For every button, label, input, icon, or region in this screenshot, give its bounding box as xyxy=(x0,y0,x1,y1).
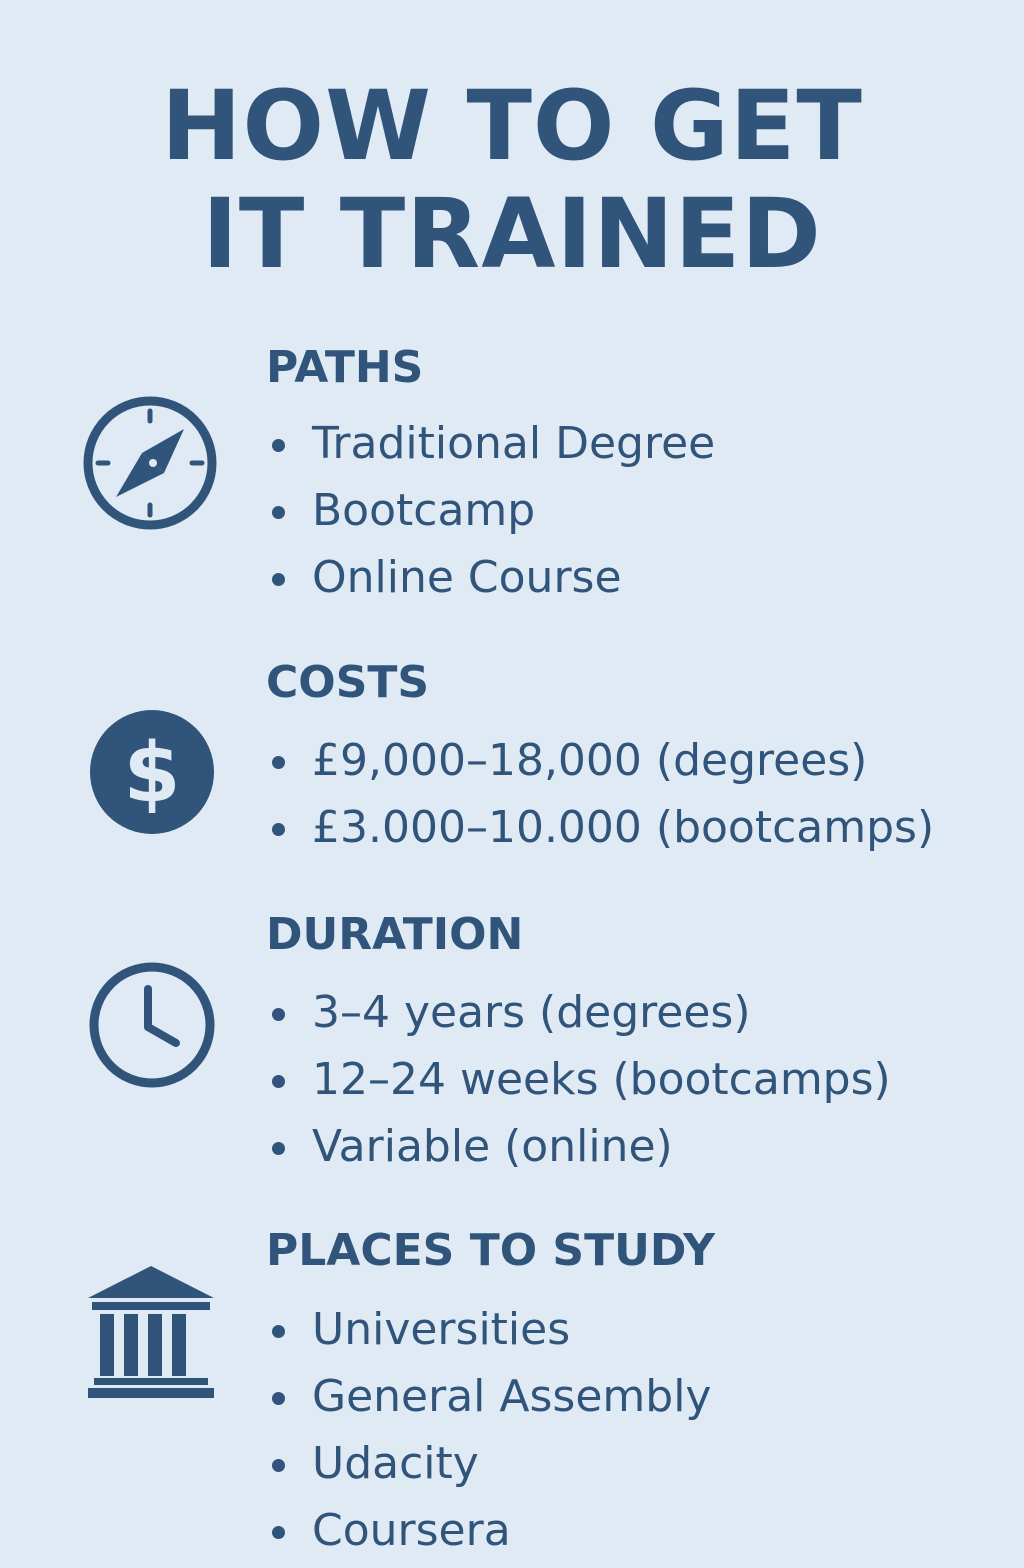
list-item: Bootcamp xyxy=(266,481,715,548)
page-title-line-1: HOW TO GET xyxy=(161,70,863,182)
list-item: Variable (online) xyxy=(266,1117,891,1184)
section-heading-paths: PATHS xyxy=(266,342,424,393)
list-item: 12–24 weeks (bootcamps) xyxy=(266,1050,891,1117)
list-item: Universities xyxy=(266,1300,711,1367)
list-item: £3.000–10.000 (bootcamps) xyxy=(266,798,934,865)
institution-icon xyxy=(84,1262,218,1402)
clock-icon xyxy=(84,957,220,1093)
section-heading-costs: COSTS xyxy=(266,657,430,708)
list-item: Traditional Degree xyxy=(266,414,715,481)
svg-text:$: $ xyxy=(123,726,180,821)
list-item: £9,000–18,000 (degrees) xyxy=(266,731,934,798)
page-title-line-2: IT TRAINED xyxy=(202,178,822,290)
section-heading-places: PLACES TO STUDY xyxy=(266,1225,716,1276)
compass-icon xyxy=(80,393,220,533)
duration-list: 3–4 years (degrees) 12–24 weeks (bootcam… xyxy=(266,983,891,1184)
list-item: 3–4 years (degrees) xyxy=(266,983,891,1050)
costs-list: £9,000–18,000 (degrees) £3.000–10.000 (b… xyxy=(266,731,934,865)
paths-list: Traditional Degree Bootcamp Online Cours… xyxy=(266,414,715,615)
page-title: HOW TO GET IT TRAINED xyxy=(0,72,1024,288)
section-heading-duration: DURATION xyxy=(266,909,524,960)
list-item: Udacity xyxy=(266,1434,711,1501)
places-list: Universities General Assembly Udacity Co… xyxy=(266,1300,711,1568)
dollar-circle-icon: $ xyxy=(84,704,220,840)
list-item: Online Course xyxy=(266,548,715,615)
list-item: Coursera xyxy=(266,1501,711,1568)
list-item: General Assembly xyxy=(266,1367,711,1434)
